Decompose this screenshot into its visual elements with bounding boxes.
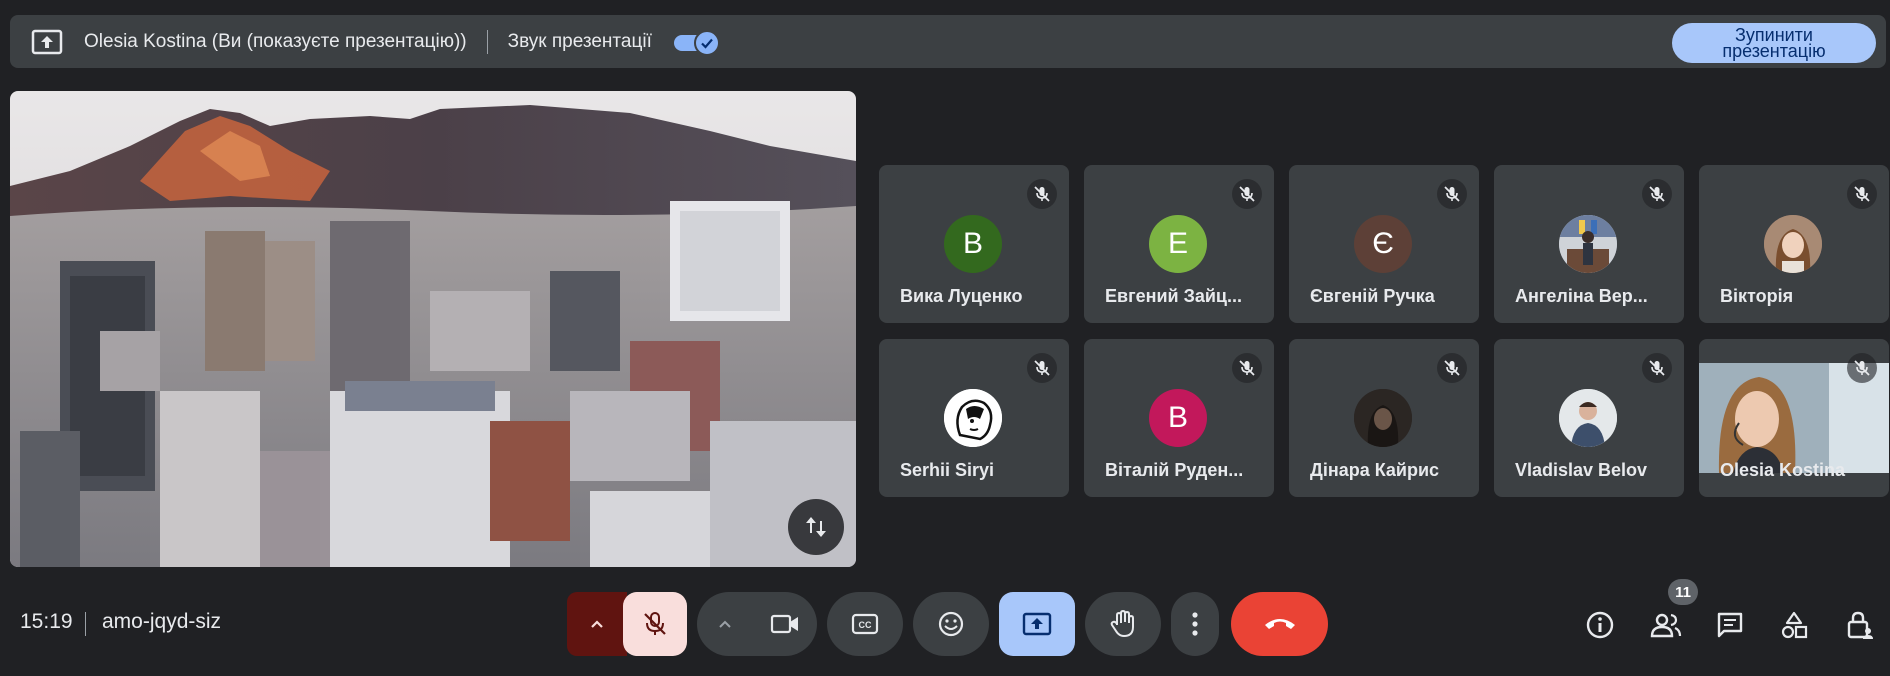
participant-name: Евгений Зайц... <box>1105 286 1243 306</box>
closed-captions-icon: CC <box>851 613 879 635</box>
chat-icon <box>1717 612 1743 638</box>
presenter-label: Olesia Kostina (Ви (показуєте презентаці… <box>84 30 467 52</box>
mic-off-icon <box>1437 353 1467 383</box>
chevron-up-icon <box>719 620 731 628</box>
meeting-details-button[interactable] <box>1580 605 1620 645</box>
divider <box>486 29 488 54</box>
meeting-clock: 15:19 <box>20 610 73 633</box>
avatar: В <box>1149 389 1207 447</box>
present-now-button[interactable] <box>999 592 1075 656</box>
participant-name: Olesia Kostina <box>1720 460 1846 480</box>
avatar-photo <box>1559 389 1617 447</box>
chat-button[interactable] <box>1710 605 1750 645</box>
swap-icon <box>806 517 826 537</box>
leave-call-button[interactable] <box>1231 592 1328 656</box>
captions-button[interactable]: CC <box>827 592 903 656</box>
avatar-photo <box>944 389 1002 447</box>
participant-name: Дінара Кайрис <box>1310 460 1440 480</box>
presentation-sound-label: Звук презентації <box>507 30 652 52</box>
people-button[interactable] <box>1646 605 1686 645</box>
end-call-icon <box>1264 619 1295 629</box>
avatar-photo <box>1559 215 1617 273</box>
participant-tile[interactable]: В Віталій Руден... <box>1084 339 1274 497</box>
host-controls-button[interactable] <box>1840 605 1880 645</box>
camera-toggle-button[interactable] <box>753 592 817 656</box>
camera-control-group <box>697 592 817 656</box>
mic-off-icon <box>1027 353 1057 383</box>
participant-tile[interactable]: Vladislav Belov <box>1494 339 1684 497</box>
mic-off-icon <box>1437 179 1467 209</box>
presentation-sound-toggle[interactable] <box>673 29 722 56</box>
avatar-photo <box>1354 389 1412 447</box>
avatar: Е <box>1149 215 1207 273</box>
more-options-button[interactable] <box>1171 592 1219 656</box>
participant-name: Serhii Siryi <box>900 460 995 480</box>
more-vert-icon <box>1192 612 1198 636</box>
info-icon <box>1586 611 1614 639</box>
mic-off-icon <box>644 612 666 635</box>
svg-text:CC: CC <box>859 620 872 630</box>
presenting-bar: Olesia Kostina (Ви (показуєте презентаці… <box>10 15 1886 68</box>
participant-tile[interactable]: Е Евгений Зайц... <box>1084 165 1274 323</box>
mic-off-icon <box>1642 353 1672 383</box>
mic-off-icon <box>1847 353 1877 383</box>
participant-name: Вікторія <box>1720 286 1794 306</box>
participant-count-badge: 11 <box>1668 579 1698 605</box>
presentation-video <box>10 91 856 567</box>
swap-layout-button[interactable] <box>788 499 844 555</box>
audio-options-button[interactable] <box>567 592 627 656</box>
participant-tile[interactable]: В Вика Луценко <box>879 165 1069 323</box>
participant-name: Вика Луценко <box>900 286 1023 306</box>
raise-hand-button[interactable] <box>1085 592 1161 656</box>
participant-name: Віталій Руден... <box>1105 460 1244 480</box>
emoji-icon <box>938 611 964 637</box>
people-icon <box>1650 613 1682 638</box>
present-screen-icon <box>1022 612 1052 636</box>
present-screen-icon <box>30 28 64 56</box>
avatar: В <box>944 215 1002 273</box>
activities-button[interactable] <box>1774 605 1814 645</box>
check-icon <box>693 29 720 56</box>
participant-tile[interactable]: Вікторія <box>1699 165 1889 323</box>
shapes-icon <box>1781 611 1808 639</box>
video-options-button[interactable] <box>697 592 753 656</box>
mic-control-group <box>567 592 687 656</box>
participant-tile[interactable]: Дінара Кайрис <box>1289 339 1479 497</box>
city-aerial-image <box>10 91 856 567</box>
video-camera-icon <box>770 614 798 634</box>
chevron-up-icon <box>591 620 603 628</box>
mic-off-icon <box>1232 179 1262 209</box>
participant-name: Євгеній Ручка <box>1310 286 1435 306</box>
divider <box>85 612 86 636</box>
mic-off-icon <box>1642 179 1672 209</box>
avatar: Є <box>1354 215 1412 273</box>
lock-person-icon <box>1847 611 1873 639</box>
mic-off-icon <box>1027 179 1057 209</box>
mic-off-icon <box>1232 353 1262 383</box>
microphone-toggle-button[interactable] <box>623 592 687 656</box>
participant-name: Ангеліна Вер... <box>1515 286 1648 306</box>
reactions-button[interactable] <box>913 592 989 656</box>
participant-tile[interactable]: Serhii Siryi <box>879 339 1069 497</box>
participant-tile[interactable]: Ангеліна Вер... <box>1494 165 1684 323</box>
self-video-tile[interactable]: Olesia Kostina <box>1699 339 1889 497</box>
meeting-code: amo-jqyd-siz <box>102 610 222 633</box>
mic-off-icon <box>1847 179 1877 209</box>
participant-name: Vladislav Belov <box>1515 460 1648 480</box>
avatar-photo <box>1764 215 1822 273</box>
stop-presenting-button[interactable]: Зупинити презентацію <box>1672 23 1876 63</box>
participant-tile[interactable]: Є Євгеній Ручка <box>1289 165 1479 323</box>
hand-icon <box>1110 610 1134 637</box>
